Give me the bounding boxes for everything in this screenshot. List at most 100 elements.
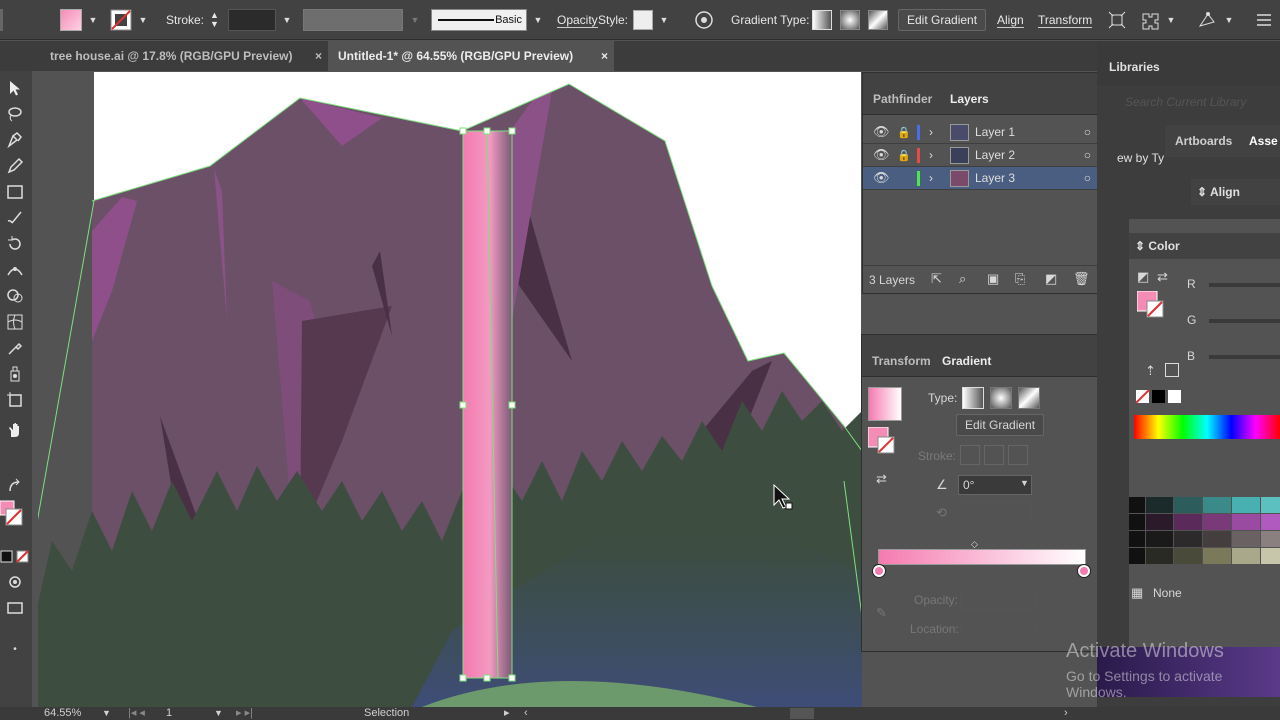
pencil-tool-icon[interactable]: [4, 157, 26, 179]
delete-icon[interactable]: 🗑: [1073, 271, 1090, 287]
export-icon[interactable]: ⇱: [931, 271, 942, 287]
shape-transform-icon[interactable]: [1107, 0, 1127, 40]
rotate-tool-icon[interactable]: [4, 235, 26, 257]
symbol-sprayer-tool-icon[interactable]: [4, 365, 26, 387]
more-tools-icon[interactable]: •: [4, 639, 26, 661]
first-artboard-icon[interactable]: |◂ ◂: [128, 707, 145, 720]
new-sublayer-icon[interactable]: ⎘: [1015, 271, 1025, 287]
target-circle-icon[interactable]: ○: [1084, 171, 1091, 185]
shape-builder-tool-icon[interactable]: [4, 287, 26, 309]
fill-stroke-mini[interactable]: [867, 426, 895, 454]
zoom-level[interactable]: 64.55%: [44, 707, 81, 720]
stroke-weight-stepper[interactable]: ▲ ▼: [210, 0, 219, 40]
close-icon[interactable]: ×: [315, 49, 322, 63]
layer-row-3[interactable]: 👁 › Layer 3 ○: [863, 167, 1117, 190]
default-colors-icon[interactable]: ◩: [1137, 269, 1149, 285]
artwork[interactable]: [32, 71, 862, 707]
b-slider[interactable]: [1209, 355, 1280, 359]
next-artboard-icon[interactable]: ▸ ▸|: [236, 707, 253, 720]
pen-tool-icon[interactable]: [4, 131, 26, 153]
g-slider[interactable]: [1209, 319, 1280, 323]
new-layer-icon[interactable]: ◩: [1045, 271, 1057, 287]
eye-icon[interactable]: 👁: [873, 147, 890, 163]
eyedropper-icon[interactable]: ✎: [876, 605, 887, 621]
tab-assets[interactable]: Asse: [1249, 134, 1278, 148]
swatch-grid[interactable]: [1129, 497, 1280, 565]
angle-dropdown[interactable]: ▼: [1020, 478, 1029, 488]
fill-dropdown[interactable]: ▼: [86, 0, 100, 40]
transform-link[interactable]: Transform: [1038, 0, 1093, 40]
isolate-dropdown[interactable]: ▼: [1164, 0, 1178, 40]
align-panel-header[interactable]: ⇕ Align: [1191, 179, 1280, 205]
style-dropdown[interactable]: ▼: [657, 0, 671, 40]
puppet-warp-icon[interactable]: [1196, 0, 1218, 40]
libraries-label[interactable]: Libraries: [1109, 60, 1160, 74]
tab-untitled-1[interactable]: Untitled-1* @ 64.55% (RGB/GPU Preview) ×: [328, 41, 614, 71]
edit-gradient-button[interactable]: Edit Gradient: [898, 0, 987, 40]
align-link[interactable]: Align: [997, 0, 1024, 40]
color-fill-stroke[interactable]: [1136, 290, 1169, 326]
tab-gradient[interactable]: Gradient: [942, 345, 991, 377]
lock-icon[interactable]: 🔒: [897, 126, 911, 139]
tab-transform[interactable]: Transform: [872, 345, 931, 377]
tab-tree-house[interactable]: tree house.ai @ 17.8% (RGB/GPU Preview) …: [40, 41, 328, 71]
puppet-warp-dropdown[interactable]: ▼: [1222, 0, 1236, 40]
paintbrush-tool-icon[interactable]: [4, 209, 26, 231]
gradient-slider[interactable]: [878, 549, 1086, 565]
rectangle-tool-icon[interactable]: [4, 183, 26, 205]
close-icon[interactable]: ×: [601, 49, 608, 63]
eye-icon[interactable]: 👁: [873, 124, 890, 140]
color-panel-header[interactable]: ⇕ Color: [1129, 233, 1280, 259]
drawing-mode-icon[interactable]: [4, 573, 26, 595]
gradient-preview-swatch[interactable]: [868, 387, 902, 421]
artboard-tool-icon[interactable]: [4, 391, 26, 413]
freeform-gradient-button[interactable]: [1018, 387, 1040, 409]
layer-row-2[interactable]: 👁 🔒 › Layer 2 ○: [863, 144, 1117, 167]
status-menu-icon[interactable]: ▸: [504, 707, 510, 720]
horizontal-scrollbar-thumb[interactable]: [790, 708, 814, 719]
swap-colors-icon[interactable]: ⇄: [1157, 269, 1168, 285]
color-mode-icons[interactable]: [0, 549, 29, 571]
scroll-right-icon[interactable]: ›: [1064, 707, 1068, 720]
tab-pathfinder[interactable]: Pathfinder: [873, 83, 932, 115]
canvas[interactable]: [32, 71, 862, 707]
panel-gripper[interactable]: « ×: [863, 73, 1117, 83]
reverse-gradient-icon[interactable]: ⇄: [876, 471, 887, 487]
target-circle-icon[interactable]: ○: [1084, 125, 1091, 139]
zoom-dropdown[interactable]: ▼: [102, 707, 111, 720]
recolor-artwork-icon[interactable]: [694, 0, 714, 40]
swatch-library-icon[interactable]: ▦: [1131, 585, 1143, 601]
panel-menu-icon[interactable]: [1256, 0, 1272, 40]
lasso-tool-icon[interactable]: [4, 105, 26, 127]
freeform-gradient-button[interactable]: [868, 0, 888, 40]
stroke-swatch[interactable]: [110, 0, 132, 40]
r-slider[interactable]: [1209, 283, 1280, 287]
opacity-field[interactable]: [960, 589, 1036, 609]
panel-gripper[interactable]: « ×: [862, 335, 1128, 345]
waterfall-shape[interactable]: [463, 131, 512, 678]
target-circle-icon[interactable]: ○: [1084, 148, 1091, 162]
gradient-stop-end[interactable]: [1078, 565, 1090, 577]
lock-icon[interactable]: 🔒: [897, 149, 911, 162]
library-search-input[interactable]: Search Current Library: [1125, 95, 1246, 109]
opacity-link[interactable]: Opacity: [557, 0, 598, 40]
linear-gradient-button[interactable]: [812, 0, 832, 40]
swap-fill-stroke-icon[interactable]: [4, 477, 26, 499]
color-spectrum[interactable]: [1134, 415, 1280, 439]
chevron-right-icon[interactable]: ›: [929, 125, 933, 139]
web-safe-swatch[interactable]: [1165, 363, 1179, 377]
stroke-weight-dropdown[interactable]: ▼: [280, 0, 294, 40]
eyedropper-tool-icon[interactable]: [4, 339, 26, 361]
radial-gradient-button[interactable]: [840, 0, 860, 40]
brush-definition[interactable]: Basic: [431, 0, 527, 40]
layer-name[interactable]: Layer 1: [975, 125, 1015, 139]
clipping-mask-icon[interactable]: ▣: [987, 271, 999, 287]
none-black-white-swatches[interactable]: [1135, 389, 1195, 408]
artboard-dropdown[interactable]: ▼: [214, 707, 223, 720]
aspect-ratio-field[interactable]: [958, 503, 1032, 523]
layer-name[interactable]: Layer 2: [975, 148, 1015, 162]
gradient-stop-start[interactable]: [873, 565, 885, 577]
location-field[interactable]: [960, 618, 1036, 638]
chevron-right-icon[interactable]: ›: [929, 148, 933, 162]
radial-gradient-button[interactable]: [990, 387, 1012, 409]
